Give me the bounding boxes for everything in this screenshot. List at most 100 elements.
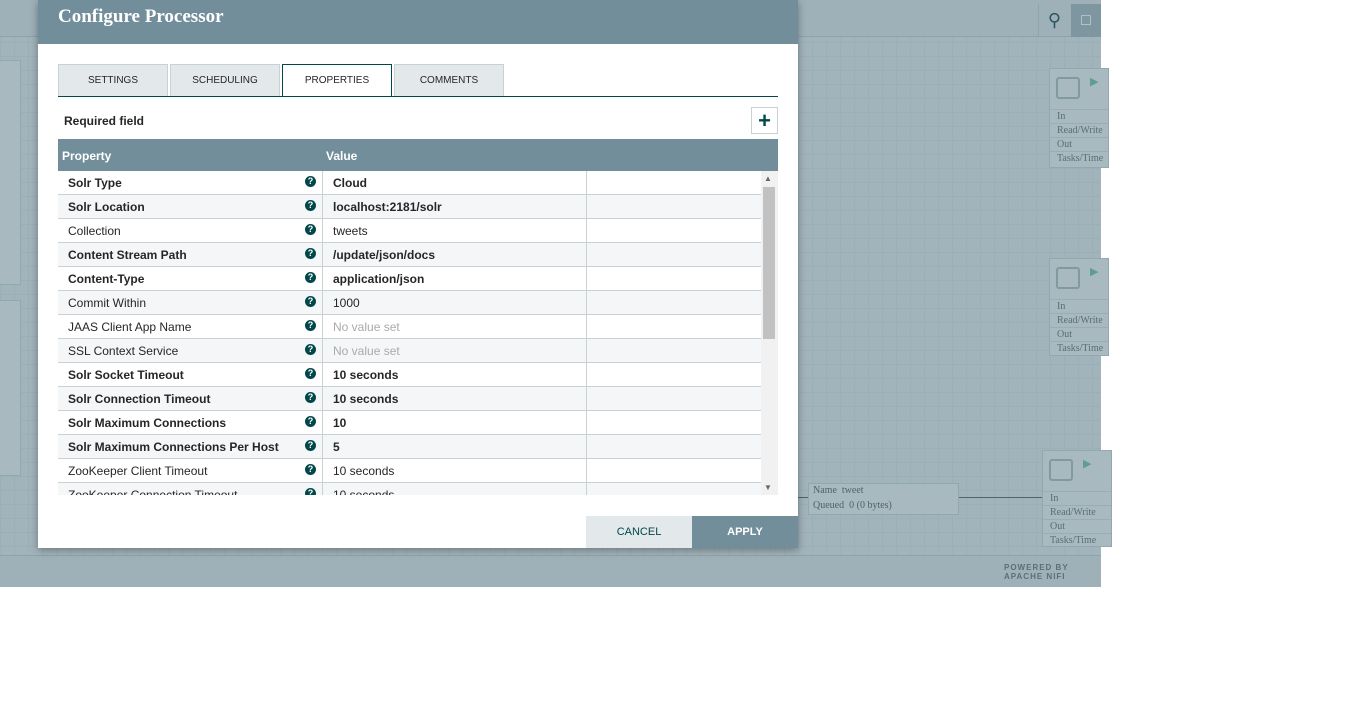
help-icon[interactable]: ? [305, 344, 316, 355]
stat-label: In [1043, 491, 1111, 505]
property-name: Commit Within [68, 296, 147, 310]
table-row[interactable]: JAAS Client App Name ? No value set [58, 315, 761, 339]
column-divider [322, 459, 323, 483]
table-row[interactable]: Commit Within ? 1000 [58, 291, 761, 315]
column-divider [322, 219, 323, 243]
column-divider [322, 411, 323, 435]
property-value[interactable]: No value set [333, 344, 400, 358]
tab-settings[interactable]: Settings [58, 64, 168, 97]
table-row[interactable]: Content Stream Path ? /update/json/docs [58, 243, 761, 267]
stat-label: Tasks/Time [1050, 341, 1108, 355]
properties-table: Solr Type ? Cloud Solr Location ? localh… [58, 171, 761, 495]
property-value[interactable]: 5 [333, 440, 340, 454]
property-name: Solr Connection Timeout [68, 392, 211, 406]
help-icon[interactable]: ? [305, 224, 316, 235]
processor-1[interactable]: ▶ In Read/Write Out Tasks/Time [1049, 68, 1109, 168]
property-name: Solr Maximum Connections [68, 416, 227, 430]
property-value[interactable]: application/json [333, 272, 424, 286]
property-value[interactable]: No value set [333, 320, 400, 334]
property-name: Content Stream Path [68, 248, 187, 262]
help-icon[interactable]: ? [305, 464, 316, 475]
table-row[interactable]: Content-Type ? application/json [58, 267, 761, 291]
table-row[interactable]: Collection ? tweets [58, 219, 761, 243]
property-name: ZooKeeper Client Timeout [68, 464, 208, 478]
conn-queued: 0 (0 bytes) [849, 500, 892, 511]
column-divider [322, 267, 323, 291]
property-value[interactable]: 10 seconds [333, 488, 394, 495]
property-value[interactable]: localhost:2181/solr [333, 200, 442, 214]
property-value[interactable]: 10 [333, 416, 346, 430]
connection-label[interactable]: Name tweet Queued 0 (0 bytes) [808, 483, 959, 515]
table-row[interactable]: Solr Socket Timeout ? 10 seconds [58, 363, 761, 387]
table-row[interactable]: Solr Location ? localhost:2181/solr [58, 195, 761, 219]
search-icon[interactable]: ⚲ [1038, 4, 1070, 37]
property-value[interactable]: 10 seconds [333, 392, 398, 406]
help-icon[interactable]: ? [305, 320, 316, 331]
apply-button[interactable]: APPLY [692, 516, 798, 548]
property-value[interactable]: Cloud [333, 176, 367, 190]
column-divider [586, 291, 587, 315]
stat-label: Tasks/Time [1050, 151, 1108, 165]
tab-scheduling[interactable]: Scheduling [170, 64, 280, 97]
help-icon[interactable]: ? [305, 248, 316, 259]
conn-queued-label: Queued [813, 500, 845, 511]
property-name: ZooKeeper Connection Timeout [68, 488, 238, 495]
tab-comments[interactable]: Comments [394, 64, 504, 97]
scrollbar-thumb[interactable] [763, 187, 775, 339]
conn-name-label: Name [813, 485, 837, 496]
bulletin-icon[interactable]: □ [1071, 4, 1101, 37]
column-divider [586, 171, 587, 195]
property-value[interactable]: 1000 [333, 296, 360, 310]
dialog-title: Configure Processor [38, 0, 798, 44]
stat-label: Out [1050, 137, 1108, 151]
column-divider [586, 363, 587, 387]
tab-properties[interactable]: Properties [282, 64, 392, 97]
help-icon[interactable]: ? [305, 200, 316, 211]
processor-2[interactable]: ▶ In Read/Write Out Tasks/Time [1049, 258, 1109, 356]
column-divider [322, 315, 323, 339]
help-icon[interactable]: ? [305, 368, 316, 379]
scroll-down-icon[interactable]: ▼ [764, 483, 772, 492]
property-value[interactable]: /update/json/docs [333, 248, 435, 262]
stat-label: Out [1043, 519, 1111, 533]
conn-name: tweet [841, 485, 864, 496]
help-icon[interactable]: ? [305, 416, 316, 427]
stat-label: Out [1050, 327, 1108, 341]
add-property-button[interactable]: + [751, 107, 778, 134]
table-row[interactable]: Solr Maximum Connections ? 10 [58, 411, 761, 435]
help-icon[interactable]: ? [305, 272, 316, 283]
column-divider [322, 435, 323, 459]
column-divider [322, 339, 323, 363]
property-value[interactable]: tweets [333, 224, 368, 238]
running-icon: ▶ [1090, 76, 1099, 88]
running-icon: ▶ [1083, 458, 1092, 470]
stat-label: Read/Write [1050, 123, 1108, 137]
table-row[interactable]: Solr Connection Timeout ? 10 seconds [58, 387, 761, 411]
column-divider [586, 315, 587, 339]
column-divider [322, 243, 323, 267]
property-value[interactable]: 10 seconds [333, 368, 398, 382]
property-header: Property [62, 149, 112, 163]
table-row[interactable]: Solr Type ? Cloud [58, 171, 761, 195]
help-icon[interactable]: ? [305, 488, 316, 495]
table-row[interactable]: ZooKeeper Connection Timeout ? 10 second… [58, 483, 761, 495]
column-divider [586, 267, 587, 291]
help-icon[interactable]: ? [305, 176, 316, 187]
help-icon[interactable]: ? [305, 440, 316, 451]
column-divider [322, 483, 323, 495]
column-divider [586, 435, 587, 459]
processor-3[interactable]: ▶ In Read/Write Out Tasks/Time [1042, 450, 1112, 547]
processor-icon [1056, 77, 1080, 99]
property-value[interactable]: 10 seconds [333, 464, 394, 478]
cancel-button[interactable]: CANCEL [586, 516, 692, 548]
column-divider [586, 243, 587, 267]
table-row[interactable]: Solr Maximum Connections Per Host ? 5 [58, 435, 761, 459]
table-row[interactable]: ZooKeeper Client Timeout ? 10 seconds [58, 459, 761, 483]
column-divider [586, 219, 587, 243]
scrollbar[interactable]: ▲ ▼ [761, 171, 778, 495]
scroll-up-icon[interactable]: ▲ [764, 174, 772, 183]
table-row[interactable]: SSL Context Service ? No value set [58, 339, 761, 363]
help-icon[interactable]: ? [305, 392, 316, 403]
help-icon[interactable]: ? [305, 296, 316, 307]
column-divider [586, 195, 587, 219]
